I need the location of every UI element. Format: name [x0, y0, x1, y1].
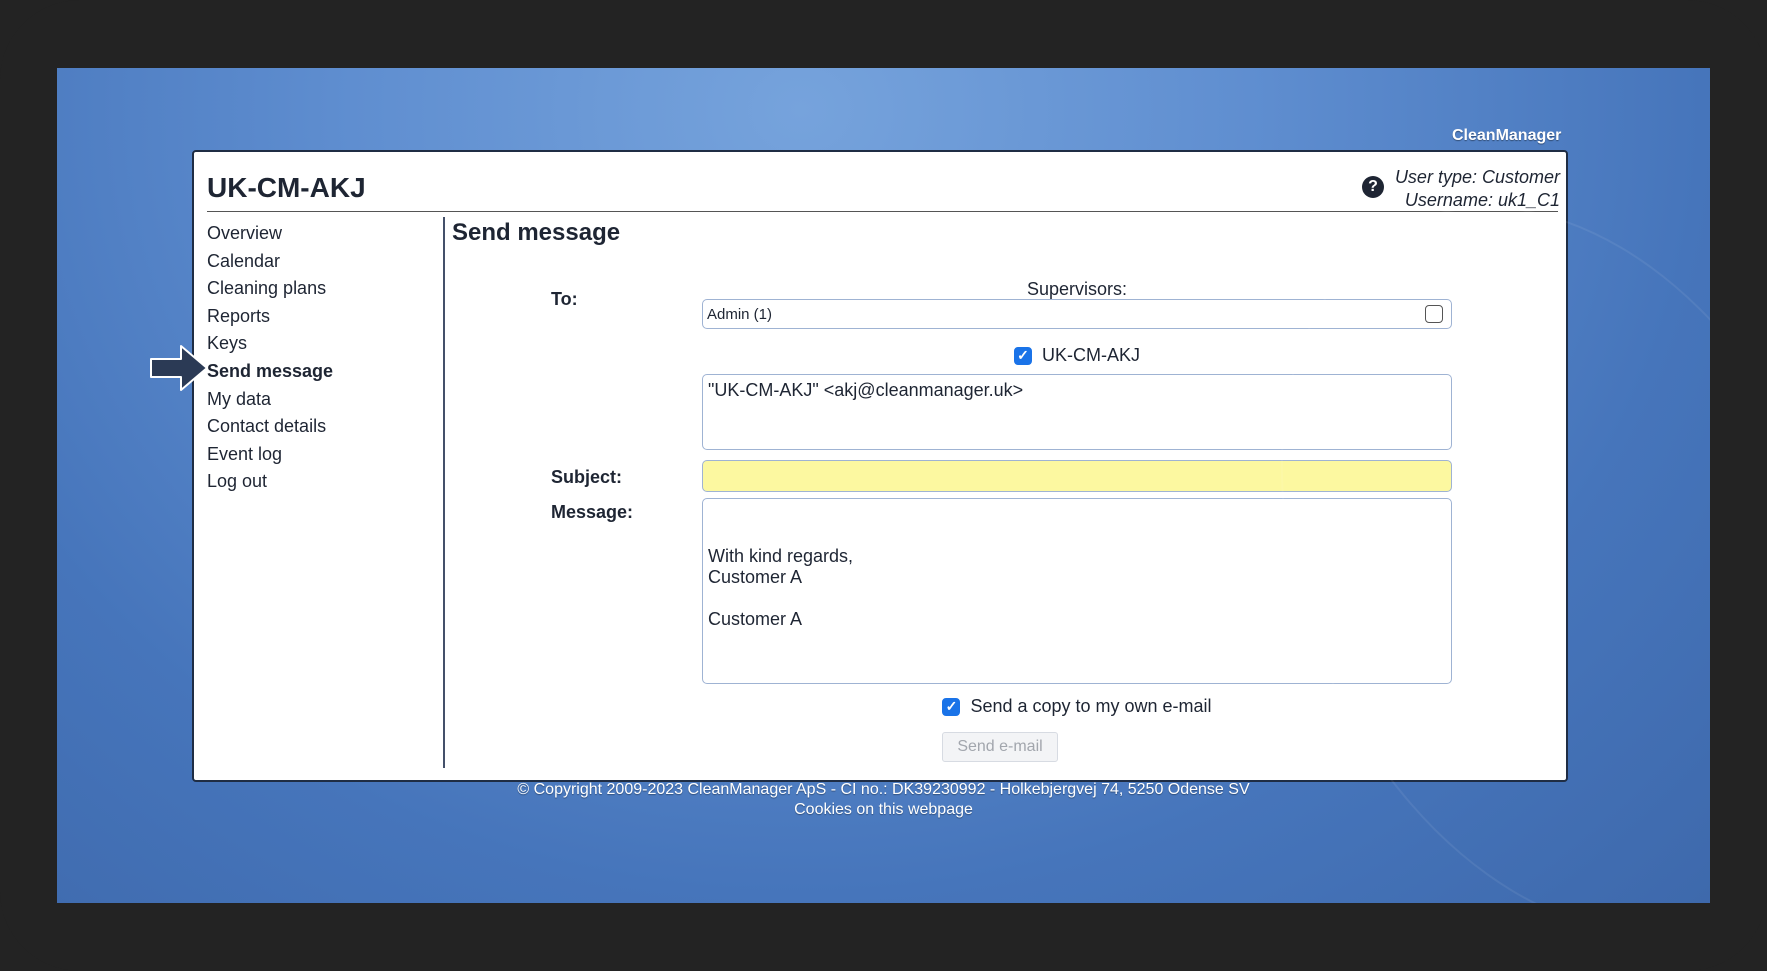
nav-item-calendar[interactable]: Calendar: [207, 248, 427, 276]
send-copy-label: Send a copy to my own e-mail: [970, 696, 1212, 716]
subject-label: Subject:: [551, 467, 623, 487]
send-message-form: Send message To: Supervisors: Admin (1) …: [452, 217, 1562, 777]
nav-item-contact-details[interactable]: Contact details: [207, 413, 427, 441]
nav-item-overview[interactable]: Overview: [207, 220, 427, 248]
self-recipient-checkbox[interactable]: ✓: [1014, 346, 1032, 365]
main-panel: UK-CM-AKJ ? User type: Customer Username…: [192, 150, 1568, 782]
self-recipient-row: ✓ UK-CM-AKJ: [702, 345, 1452, 366]
device-frame: CleanManager UK-CM-AKJ ? User type: Cust…: [0, 0, 1767, 971]
sidebar-nav: Overview Calendar Cleaning plans Reports…: [207, 220, 427, 496]
pointer-arrow-icon: [150, 345, 208, 391]
user-info: User type: Customer Username: uk1_C1: [1395, 166, 1560, 212]
page-heading: Send message: [452, 219, 621, 246]
nav-item-keys[interactable]: Keys: [207, 330, 427, 358]
message-textarea[interactable]: With kind regards, Customer A Customer A: [702, 498, 1452, 684]
nav-item-log-out[interactable]: Log out: [207, 468, 427, 496]
send-copy-checkbox[interactable]: ✓: [942, 697, 961, 716]
self-recipient-label: UK-CM-AKJ: [1042, 345, 1140, 365]
supervisor-option-row[interactable]: Admin (1): [702, 299, 1452, 329]
supervisor-checkbox[interactable]: [1425, 305, 1443, 323]
message-label: Message:: [551, 502, 634, 522]
copy-option-row: ✓ Send a copy to my own e-mail: [702, 696, 1452, 717]
nav-item-my-data[interactable]: My data: [207, 386, 427, 414]
supervisor-option-label: Admin (1): [707, 305, 773, 323]
send-email-button[interactable]: Send e-mail: [942, 732, 1058, 762]
username: Username: uk1_C1: [1404, 190, 1560, 210]
copyright-text: © Copyright 2009-2023 CleanManager ApS -…: [517, 781, 1250, 798]
user-type: User type: Customer: [1394, 167, 1560, 187]
desktop-background: CleanManager UK-CM-AKJ ? User type: Cust…: [57, 68, 1710, 903]
subject-input[interactable]: [702, 460, 1452, 492]
supervisors-label: Supervisors:: [1026, 279, 1128, 299]
nav-item-reports[interactable]: Reports: [207, 303, 427, 331]
to-label: To:: [551, 289, 578, 309]
sidebar-divider: [443, 217, 445, 768]
header-divider: [207, 211, 1558, 212]
nav-item-event-log[interactable]: Event log: [207, 441, 427, 469]
footer: © Copyright 2009-2023 CleanManager ApS -…: [57, 780, 1710, 820]
cookies-link[interactable]: Cookies on this webpage: [57, 800, 1710, 820]
nav-item-cleaning-plans[interactable]: Cleaning plans: [207, 275, 427, 303]
help-icon[interactable]: ?: [1362, 176, 1384, 198]
brand-label: CleanManager: [1452, 127, 1562, 144]
recipients-field[interactable]: "UK-CM-AKJ" <akj@cleanmanager.uk>: [702, 374, 1452, 450]
nav-item-send-message[interactable]: Send message: [207, 358, 427, 386]
site-title: UK-CM-AKJ: [207, 172, 366, 203]
